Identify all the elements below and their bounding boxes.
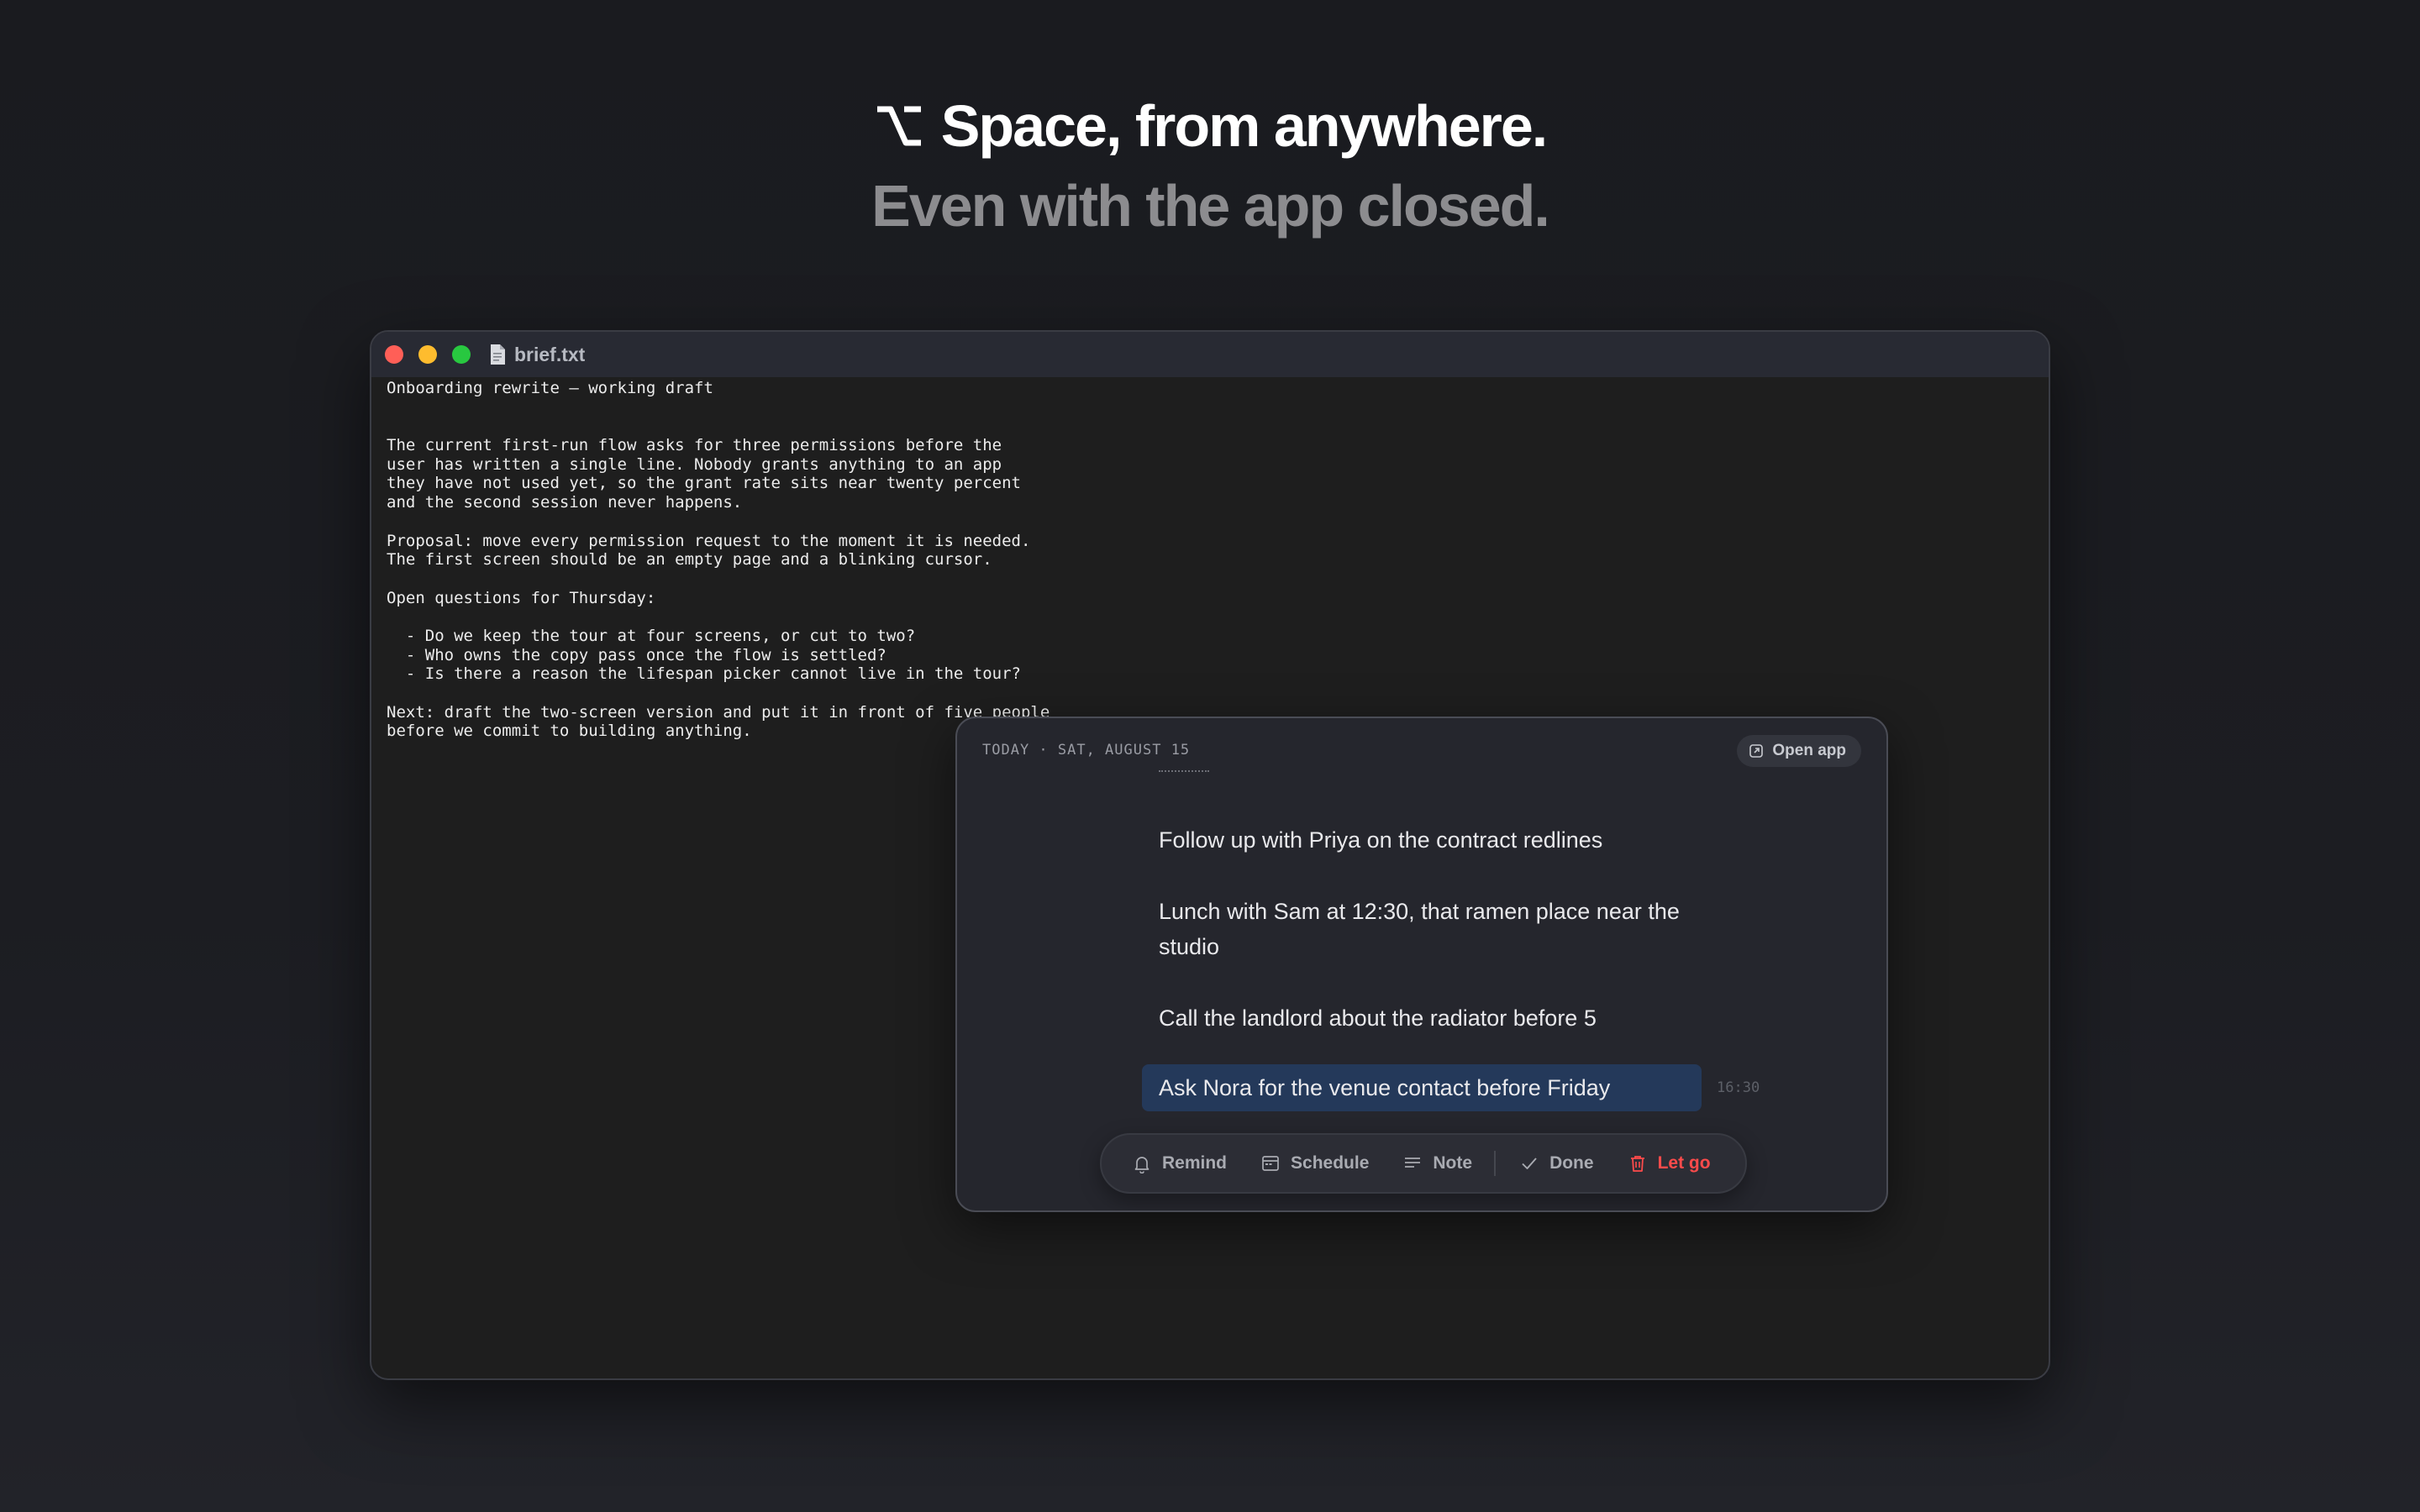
scrolled-item-edge <box>1159 770 1209 775</box>
minimize-window-button[interactable] <box>418 345 437 364</box>
hero-title-text: Space, from anywhere. <box>940 93 1549 159</box>
let-go-button[interactable]: Let go <box>1618 1142 1721 1184</box>
document-line: Onboarding rewrite — working draft <box>387 379 713 397</box>
list-item[interactable]: Lunch with Sam at 12:30, that ramen plac… <box>1159 894 1730 964</box>
text-lines-icon <box>1402 1153 1423 1173</box>
trash-icon <box>1628 1153 1648 1173</box>
schedule-label: Schedule <box>1291 1153 1370 1173</box>
open-app-label: Open app <box>1772 742 1846 759</box>
list-item[interactable]: Follow up with Priya on the contract red… <box>1159 822 1730 858</box>
done-label: Done <box>1549 1153 1594 1173</box>
list-item[interactable]: Call the landlord about the radiator bef… <box>1159 1000 1730 1036</box>
remind-button[interactable]: Remind <box>1122 1142 1237 1184</box>
document-line: The first screen should be an empty page… <box>387 550 992 570</box>
document-line: - Is there a reason the lifespan picker … <box>387 664 1021 684</box>
list-item-selected[interactable]: Ask Nora for the venue contact before Fr… <box>1142 1064 1702 1111</box>
hero-heading: Space, from anywhere. Even with the app … <box>0 84 2420 244</box>
document-line: and the second session never happens. <box>387 493 743 512</box>
done-button[interactable]: Done <box>1509 1142 1604 1184</box>
document-line: - Do we keep the tour at four screens, o… <box>387 626 916 645</box>
document-line: they have not used yet, so the grant rat… <box>387 474 1021 493</box>
document-text-area[interactable]: Onboarding rewrite — working draft The c… <box>387 379 1479 741</box>
schedule-button[interactable]: Schedule <box>1250 1142 1379 1184</box>
document-line: Proposal: move every permission request … <box>387 531 1031 550</box>
bell-icon <box>1132 1153 1152 1173</box>
zoom-window-button[interactable] <box>452 345 471 364</box>
date-header: TODAY · SAT, AUGUST 15 <box>982 742 1191 759</box>
let-go-label: Let go <box>1657 1153 1711 1173</box>
calendar-icon <box>1260 1153 1281 1173</box>
note-label: Note <box>1433 1153 1473 1173</box>
screen: Space, from anywhere. Even with the app … <box>0 0 2420 1512</box>
open-external-icon <box>1749 743 1764 759</box>
remind-label: Remind <box>1162 1153 1228 1173</box>
document-line: Open questions for Thursday: <box>387 588 656 607</box>
hero-title: Space, from anywhere. <box>0 84 2420 168</box>
window-titlebar[interactable]: brief.txt <box>371 332 2049 377</box>
document-line: The current first-run flow asks for thre… <box>387 436 1002 455</box>
toolbar-divider <box>1494 1151 1497 1176</box>
open-app-button[interactable]: Open app <box>1737 735 1861 767</box>
close-window-button[interactable] <box>385 345 403 364</box>
checkmark-icon <box>1519 1153 1539 1173</box>
document-line: - Who owns the copy pass once the flow i… <box>387 645 886 664</box>
item-timestamp: 16:30 <box>1717 1079 1760 1096</box>
note-button[interactable]: Note <box>1392 1142 1482 1184</box>
quick-capture-panel: TODAY · SAT, AUGUST 15 Open app Follow u… <box>955 717 1888 1212</box>
window-title: brief.txt <box>514 343 586 365</box>
hero-subtitle: Even with the app closed. <box>871 173 1550 239</box>
document-line: user has written a single line. Nobody g… <box>387 454 1002 474</box>
action-toolbar: Remind Schedule Note Done Let go <box>1100 1133 1747 1194</box>
document-icon <box>489 344 506 365</box>
option-key-icon <box>874 101 924 151</box>
